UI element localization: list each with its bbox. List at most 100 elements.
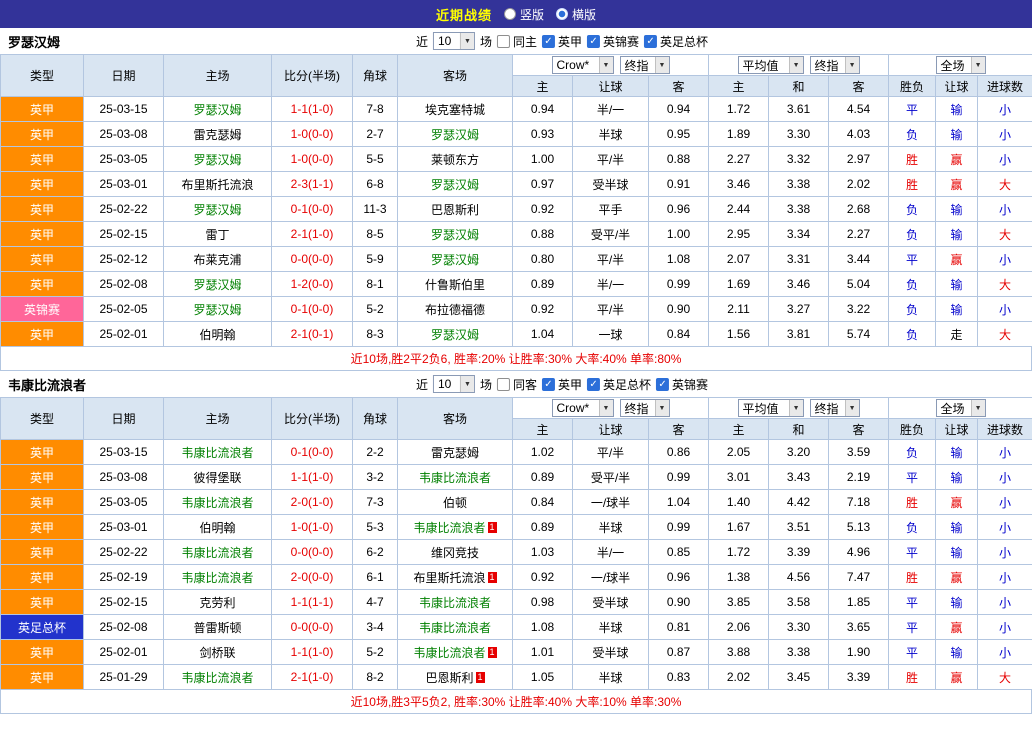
- checkbox-unchecked-icon[interactable]: [497, 378, 510, 391]
- team-link[interactable]: 罗瑟汉姆: [193, 203, 241, 217]
- cell-away-team[interactable]: 巴恩斯利1: [398, 665, 513, 690]
- team-link[interactable]: 韦康比流浪者: [181, 446, 253, 460]
- checkbox-checked-icon[interactable]: ✓: [656, 378, 669, 391]
- avg-stage-select[interactable]: 终指▼: [810, 399, 860, 417]
- cell-home-team[interactable]: 雷克瑟姆: [164, 122, 272, 147]
- team-link[interactable]: 罗瑟汉姆: [431, 128, 479, 142]
- checkbox-unchecked-icon[interactable]: [497, 35, 510, 48]
- team-link[interactable]: 罗瑟汉姆: [431, 253, 479, 267]
- team-link[interactable]: 布里斯托流浪: [413, 571, 485, 585]
- league-filter-3[interactable]: ✓英锦赛: [656, 376, 708, 393]
- checkbox-checked-icon[interactable]: ✓: [644, 35, 657, 48]
- recent-count-select[interactable]: 10▼: [433, 32, 475, 50]
- team-link[interactable]: 罗瑟汉姆: [193, 103, 241, 117]
- cell-home-team[interactable]: 彼得堡联: [164, 465, 272, 490]
- recent-count-select[interactable]: 10▼: [433, 375, 475, 393]
- team-link[interactable]: 罗瑟汉姆: [431, 178, 479, 192]
- team-link[interactable]: 维冈竞技: [431, 546, 479, 560]
- cell-home-team[interactable]: 克劳利: [164, 590, 272, 615]
- radio-unselected-icon[interactable]: [504, 8, 516, 20]
- cell-home-team[interactable]: 伯明翰: [164, 322, 272, 347]
- checkbox-checked-icon[interactable]: ✓: [587, 378, 600, 391]
- league-filter-1[interactable]: ✓英甲: [542, 376, 582, 393]
- radio-selected-icon[interactable]: [556, 8, 568, 20]
- cell-home-team[interactable]: 布里斯托流浪: [164, 172, 272, 197]
- league-filter-1[interactable]: ✓英甲: [542, 33, 582, 50]
- team-link[interactable]: 罗瑟汉姆: [193, 153, 241, 167]
- version-radio-1[interactable]: 竖版: [504, 6, 544, 23]
- cell-home-team[interactable]: 伯明翰: [164, 515, 272, 540]
- team-link[interactable]: 韦康比流浪者: [413, 646, 485, 660]
- league-filter-2[interactable]: ✓英锦赛: [587, 33, 639, 50]
- team-link[interactable]: 布莱克浦: [193, 253, 241, 267]
- cell-home-team[interactable]: 罗瑟汉姆: [164, 272, 272, 297]
- cell-home-team[interactable]: 罗瑟汉姆: [164, 147, 272, 172]
- cell-away-team[interactable]: 巴恩斯利: [398, 197, 513, 222]
- cell-home-team[interactable]: 剑桥联: [164, 640, 272, 665]
- cell-away-team[interactable]: 韦康比流浪者: [398, 465, 513, 490]
- team-link[interactable]: 彼得堡联: [193, 471, 241, 485]
- version-radio-2[interactable]: 横版: [556, 6, 596, 23]
- team-link[interactable]: 剑桥联: [199, 646, 235, 660]
- team-link[interactable]: 什鲁斯伯里: [425, 278, 485, 292]
- team-link[interactable]: 韦康比流浪者: [419, 471, 491, 485]
- cell-away-team[interactable]: 韦康比流浪者: [398, 590, 513, 615]
- cell-home-team[interactable]: 罗瑟汉姆: [164, 197, 272, 222]
- team-link[interactable]: 伯明翰: [199, 521, 235, 535]
- average-select[interactable]: 平均值▼: [738, 399, 804, 417]
- team-link[interactable]: 伯顿: [443, 496, 467, 510]
- cell-away-team[interactable]: 罗瑟汉姆: [398, 322, 513, 347]
- team-link[interactable]: 雷丁: [205, 228, 229, 242]
- team-link[interactable]: 罗瑟汉姆: [193, 278, 241, 292]
- bookmaker-select[interactable]: Crow*▼: [552, 399, 614, 417]
- cell-away-team[interactable]: 布拉德福德: [398, 297, 513, 322]
- team-link[interactable]: 莱顿东方: [431, 153, 479, 167]
- cell-away-team[interactable]: 罗瑟汉姆: [398, 122, 513, 147]
- team-link[interactable]: 韦康比流浪者: [181, 671, 253, 685]
- team-link[interactable]: 布拉德福德: [425, 303, 485, 317]
- odds-stage-select[interactable]: 终指▼: [620, 399, 670, 417]
- team-link[interactable]: 布里斯托流浪: [181, 178, 253, 192]
- team-link[interactable]: 韦康比流浪者: [181, 571, 253, 585]
- team-link[interactable]: 埃克塞特城: [425, 103, 485, 117]
- cell-away-team[interactable]: 韦康比流浪者: [398, 615, 513, 640]
- checkbox-checked-icon[interactable]: ✓: [542, 35, 555, 48]
- cell-away-team[interactable]: 伯顿: [398, 490, 513, 515]
- team-link[interactable]: 克劳利: [199, 596, 235, 610]
- cell-away-team[interactable]: 罗瑟汉姆: [398, 222, 513, 247]
- cell-away-team[interactable]: 维冈竞技: [398, 540, 513, 565]
- cell-home-team[interactable]: 韦康比流浪者: [164, 540, 272, 565]
- cell-home-team[interactable]: 韦康比流浪者: [164, 565, 272, 590]
- cell-away-team[interactable]: 韦康比流浪者1: [398, 640, 513, 665]
- cell-home-team[interactable]: 韦康比流浪者: [164, 490, 272, 515]
- team-link[interactable]: 伯明翰: [199, 328, 235, 342]
- cell-away-team[interactable]: 什鲁斯伯里: [398, 272, 513, 297]
- team-link[interactable]: 韦康比流浪者: [181, 546, 253, 560]
- team-link[interactable]: 普雷斯顿: [193, 621, 241, 635]
- bookmaker-select[interactable]: Crow*▼: [552, 56, 614, 74]
- cell-away-team[interactable]: 韦康比流浪者1: [398, 515, 513, 540]
- league-filter-2[interactable]: ✓英足总杯: [587, 376, 651, 393]
- team-link[interactable]: 韦康比流浪者: [413, 521, 485, 535]
- cell-home-team[interactable]: 普雷斯顿: [164, 615, 272, 640]
- team-link[interactable]: 韦康比流浪者: [419, 621, 491, 635]
- average-select[interactable]: 平均值▼: [738, 56, 804, 74]
- team-link[interactable]: 巴恩斯利: [425, 671, 473, 685]
- cell-home-team[interactable]: 罗瑟汉姆: [164, 297, 272, 322]
- cell-away-team[interactable]: 布里斯托流浪1: [398, 565, 513, 590]
- cell-home-team[interactable]: 布莱克浦: [164, 247, 272, 272]
- team-link[interactable]: 雷克瑟姆: [431, 446, 479, 460]
- cell-away-team[interactable]: 罗瑟汉姆: [398, 172, 513, 197]
- scope-select[interactable]: 全场▼: [936, 56, 986, 74]
- cell-home-team[interactable]: 韦康比流浪者: [164, 440, 272, 465]
- same-venue-filter[interactable]: 同主: [497, 33, 537, 50]
- team-link[interactable]: 罗瑟汉姆: [193, 303, 241, 317]
- cell-home-team[interactable]: 韦康比流浪者: [164, 665, 272, 690]
- cell-away-team[interactable]: 埃克塞特城: [398, 97, 513, 122]
- team-link[interactable]: 罗瑟汉姆: [431, 328, 479, 342]
- odds-stage-select[interactable]: 终指▼: [620, 56, 670, 74]
- same-venue-filter[interactable]: 同客: [497, 376, 537, 393]
- checkbox-checked-icon[interactable]: ✓: [587, 35, 600, 48]
- avg-stage-select[interactable]: 终指▼: [810, 56, 860, 74]
- cell-home-team[interactable]: 罗瑟汉姆: [164, 97, 272, 122]
